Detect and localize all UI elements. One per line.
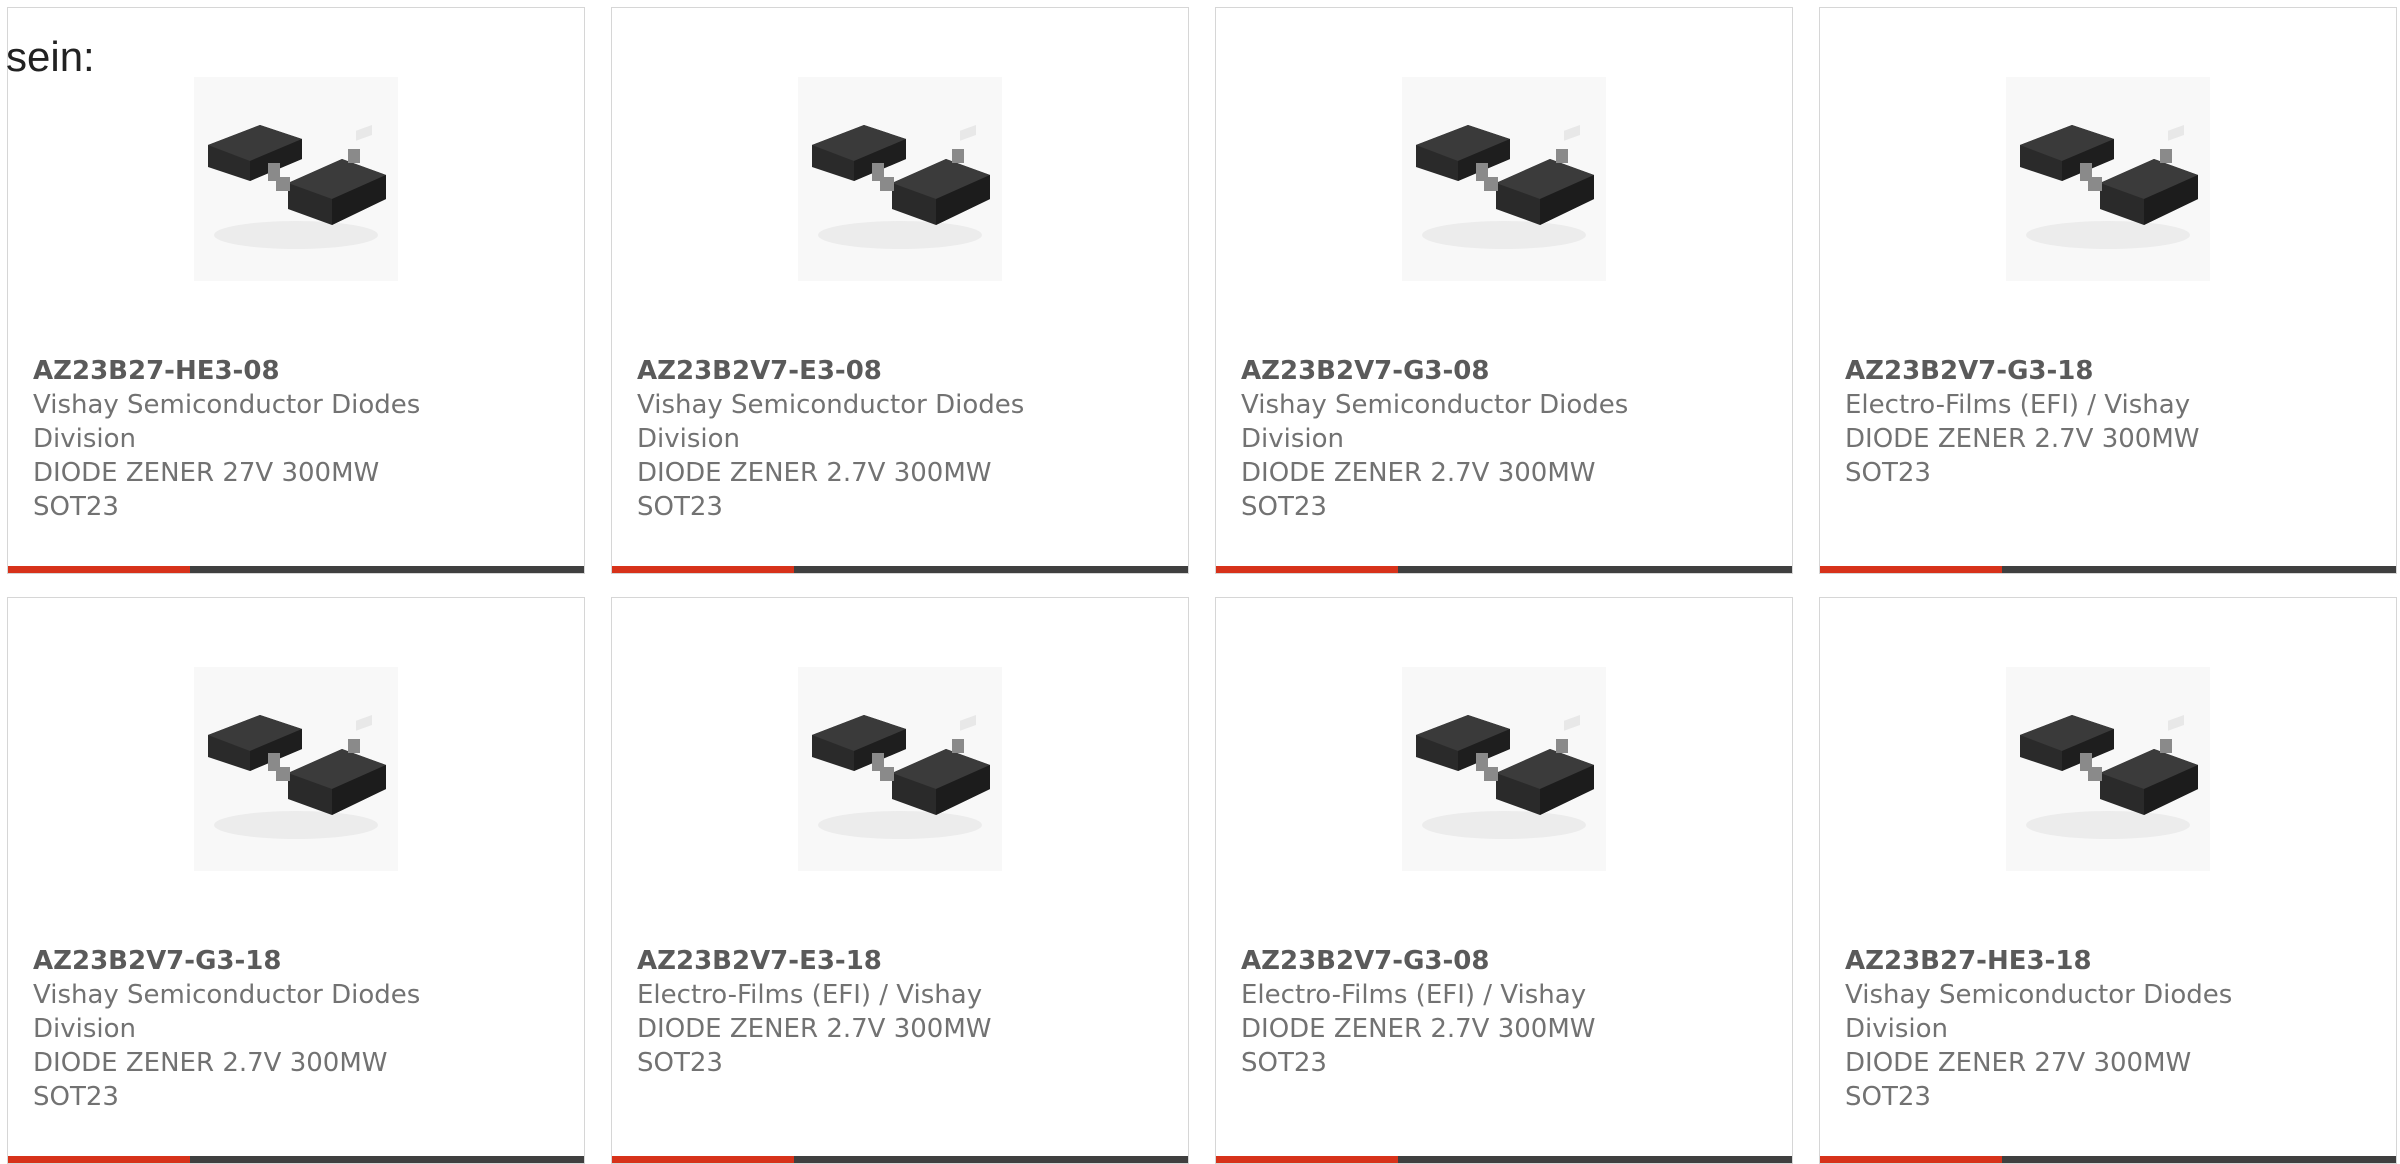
product-image[interactable] [2006,667,2210,871]
sot23-package-icon [1416,714,1594,839]
part-number-link[interactable]: AZ23B2V7-G3-08 [1241,944,1641,978]
card-bottom-bar [1216,1156,1792,1163]
description-line: SOT23 [1241,1048,1327,1078]
sot23-package-icon [812,124,990,249]
manufacturer-line: Division [33,424,137,454]
sot23-package-icon [2020,714,2198,839]
manufacturer-line: Vishay Semiconductor Diodes [33,390,421,420]
card-bottom-bar [612,1156,1188,1163]
description-line: DIODE ZENER 2.7V 300MW [637,1014,992,1044]
product-card[interactable]: AZ23B27-HE3-08 Vishay Semiconductor Diod… [7,7,585,574]
description-line: SOT23 [1845,1082,1931,1112]
product-image[interactable] [798,77,1002,281]
product-image[interactable] [194,667,398,871]
sot23-package-icon [208,124,386,249]
card-accent-bar [8,1156,190,1163]
manufacturer-line: Division [637,424,741,454]
description-line: DIODE ZENER 2.7V 300MW [637,458,992,488]
sot23-package-icon [2020,124,2198,249]
description-line: DIODE ZENER 27V 300MW [1845,1048,2192,1078]
manufacturer-line: Division [33,1014,137,1044]
sot23-package-icon [1416,124,1594,249]
sot23-package-icon [812,714,990,839]
product-card[interactable]: AZ23B2V7-G3-18 Electro-Films (EFI) / Vis… [1819,7,2397,574]
description-line: SOT23 [637,492,723,522]
card-bottom-bar [612,566,1188,573]
part-number-link[interactable]: AZ23B2V7-E3-08 [637,354,1037,388]
product-card[interactable]: AZ23B27-HE3-18 Vishay Semiconductor Diod… [1819,597,2397,1164]
card-accent-bar [8,566,190,573]
product-image[interactable] [1402,667,1606,871]
product-image[interactable] [2006,77,2210,281]
description-line: DIODE ZENER 2.7V 300MW [1845,424,2200,454]
manufacturer-line: Vishay Semiconductor Diodes [1845,980,2233,1010]
manufacturer-line: Vishay Semiconductor Diodes [33,980,421,1010]
card-accent-bar [1216,1156,1398,1163]
description-line: DIODE ZENER 27V 300MW [33,458,380,488]
card-bottom-bar [1216,566,1792,573]
description-line: SOT23 [1845,458,1931,488]
sot23-package-icon [208,714,386,839]
card-accent-bar [1820,1156,2002,1163]
description-line: SOT23 [33,492,119,522]
card-accent-bar [612,566,794,573]
part-number-link[interactable]: AZ23B2V7-G3-18 [33,944,433,978]
intro-text: sein: [6,33,95,80]
card-bottom-bar [1820,1156,2396,1163]
description-line: SOT23 [637,1048,723,1078]
manufacturer-line: Electro-Films (EFI) / Vishay [1241,980,1587,1010]
manufacturer-line: Vishay Semiconductor Diodes [637,390,1025,420]
product-card[interactable]: AZ23B2V7-G3-08 Vishay Semiconductor Diod… [1215,7,1793,574]
description-line: DIODE ZENER 2.7V 300MW [33,1048,388,1078]
product-image[interactable] [194,77,398,281]
product-card[interactable]: AZ23B2V7-E3-18 Electro-Films (EFI) / Vis… [611,597,1189,1164]
part-number-link[interactable]: AZ23B2V7-E3-18 [637,944,1037,978]
card-accent-bar [1820,566,2002,573]
card-bottom-bar [8,566,584,573]
card-accent-bar [612,1156,794,1163]
product-card[interactable]: AZ23B2V7-G3-08 Electro-Films (EFI) / Vis… [1215,597,1793,1164]
manufacturer-line: Division [1845,1014,1949,1044]
product-image[interactable] [1402,77,1606,281]
manufacturer-line: Vishay Semiconductor Diodes [1241,390,1629,420]
manufacturer-line: Division [1241,424,1345,454]
part-number-link[interactable]: AZ23B27-HE3-08 [33,354,433,388]
description-line: DIODE ZENER 2.7V 300MW [1241,458,1596,488]
part-number-link[interactable]: AZ23B2V7-G3-08 [1241,354,1641,388]
description-line: SOT23 [33,1082,119,1112]
manufacturer-line: Electro-Films (EFI) / Vishay [637,980,983,1010]
product-image[interactable] [798,667,1002,871]
card-accent-bar [1216,566,1398,573]
product-card[interactable]: AZ23B2V7-G3-18 Vishay Semiconductor Diod… [7,597,585,1164]
product-card[interactable]: AZ23B2V7-E3-08 Vishay Semiconductor Diod… [611,7,1189,574]
part-number-link[interactable]: AZ23B2V7-G3-18 [1845,354,2245,388]
description-line: SOT23 [1241,492,1327,522]
part-number-link[interactable]: AZ23B27-HE3-18 [1845,944,2245,978]
manufacturer-line: Electro-Films (EFI) / Vishay [1845,390,2191,420]
card-bottom-bar [1820,566,2396,573]
description-line: DIODE ZENER 2.7V 300MW [1241,1014,1596,1044]
card-bottom-bar [8,1156,584,1163]
